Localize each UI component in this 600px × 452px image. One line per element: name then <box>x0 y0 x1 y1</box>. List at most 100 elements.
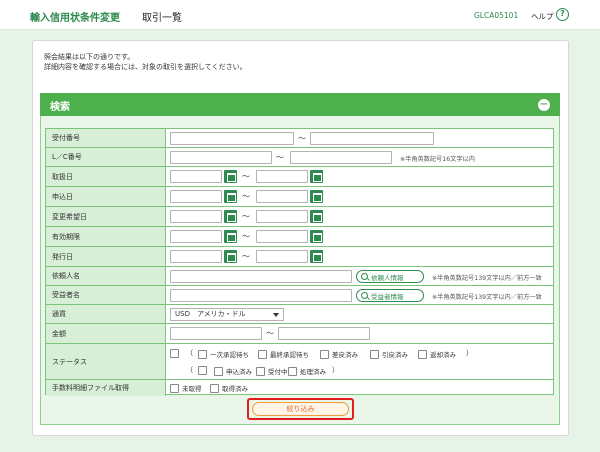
calendar-icon[interactable] <box>224 230 237 243</box>
row-lc-no: L／C番号 ～ ※半角英数記号16文字以内 <box>46 148 553 167</box>
applicant-info-label: 依頼人情報 <box>371 273 404 282</box>
label-handling-date: 取扱日 <box>46 167 166 186</box>
applicant-info-button[interactable]: 依頼人情報 <box>356 270 424 283</box>
label-amount: 金額 <box>46 324 166 343</box>
calendar-icon[interactable] <box>310 250 323 263</box>
currency-value: USD アメリカ・ドル <box>175 310 246 318</box>
label-issue-date: 発行日 <box>46 247 166 266</box>
calendar-icon[interactable] <box>310 190 323 203</box>
status-checkbox[interactable]: 処理済み <box>288 366 326 376</box>
search-icon <box>361 273 368 280</box>
row-change-date: 変更希望日 ～ <box>46 207 553 227</box>
label-currency: 通貨 <box>46 305 166 323</box>
handling-date-to-input[interactable] <box>256 170 308 183</box>
search-header[interactable] <box>40 93 560 116</box>
help-icon[interactable]: ? <box>556 8 569 21</box>
applicant-note: ※半角英数記号139文字以内／前方一致 <box>432 275 542 282</box>
issue-date-to-input[interactable] <box>256 250 308 263</box>
row-handling-date: 取扱日 ～ <box>46 167 553 187</box>
range-tilde: ～ <box>298 134 306 143</box>
status-checkbox[interactable] <box>198 366 210 375</box>
paren-close: ） <box>332 366 339 374</box>
apply-date-from-input[interactable] <box>170 190 222 203</box>
expiry-from-input[interactable] <box>170 230 222 243</box>
status-checkbox[interactable]: 受付中 <box>256 366 288 376</box>
help-link[interactable]: ヘルプ <box>531 11 554 22</box>
range-tilde: ～ <box>242 232 250 241</box>
beneficiary-note: ※半角英数記号139文字以内／前方一致 <box>432 294 542 301</box>
change-date-to-input[interactable] <box>256 210 308 223</box>
paren-close: ） <box>466 349 473 357</box>
collapse-icon[interactable]: − <box>538 99 550 111</box>
intro-line-2: 詳細内容を確認する場合には、対象の取引を選択してください。 <box>44 63 247 71</box>
row-currency: 通貨 USD アメリカ・ドル <box>46 305 553 324</box>
paren-open: （ <box>186 366 193 374</box>
screen-code: GLCA05101 <box>474 11 519 20</box>
page-subtitle: 取引一覧 <box>142 13 182 24</box>
status-checkbox[interactable]: 一次承認待ち <box>198 349 249 359</box>
beneficiary-input[interactable] <box>170 289 352 302</box>
row-issue-date: 発行日 ～ <box>46 247 553 267</box>
intro-text: 照会結果は以下の通りです。 詳細内容を確認する場合には、対象の取引を選択してくだ… <box>44 52 247 72</box>
range-tilde: ～ <box>242 212 250 221</box>
calendar-icon[interactable] <box>224 210 237 223</box>
calendar-icon[interactable] <box>310 170 323 183</box>
accept-no-to-input[interactable] <box>310 132 434 145</box>
range-tilde: ～ <box>242 252 250 261</box>
issue-date-from-input[interactable] <box>170 250 222 263</box>
row-accept-no: 受付番号 ～ <box>46 129 553 148</box>
fee-not-acquired-checkbox[interactable]: 未取得 <box>170 383 202 393</box>
search-form: 受付番号 ～ L／C番号 ～ ※半角英数記号16文字以内 取扱日 ～ 申込日 ～… <box>45 128 554 396</box>
handling-date-from-input[interactable] <box>170 170 222 183</box>
calendar-icon[interactable] <box>224 170 237 183</box>
status-checkbox[interactable]: 引戻済み <box>370 349 408 359</box>
accept-no-from-input[interactable] <box>170 132 294 145</box>
paren-open: （ <box>186 349 193 357</box>
status-checkbox[interactable]: 差戻済み <box>320 349 358 359</box>
label-change-date: 変更希望日 <box>46 207 166 226</box>
row-applicant: 依頼人名 依頼人情報 ※半角英数記号139文字以内／前方一致 <box>46 267 553 286</box>
calendar-icon[interactable] <box>310 230 323 243</box>
amount-from-input[interactable] <box>170 327 262 340</box>
intro-line-1: 照会結果は以下の通りです。 <box>44 53 135 61</box>
status-checkbox[interactable]: 申込済み <box>214 366 252 376</box>
row-apply-date: 申込日 ～ <box>46 187 553 207</box>
lc-no-from-input[interactable] <box>170 151 272 164</box>
calendar-icon[interactable] <box>224 250 237 263</box>
applicant-input[interactable] <box>170 270 352 283</box>
fee-acquired-checkbox[interactable]: 取得済み <box>210 383 248 393</box>
beneficiary-info-button[interactable]: 受益者情報 <box>356 289 424 302</box>
page-header: 輸入信用状条件変更 取引一覧 GLCA05101 ヘルプ ? <box>0 0 600 30</box>
status-all-checkbox[interactable] <box>170 349 182 358</box>
chevron-down-icon <box>273 313 279 317</box>
lc-no-note: ※半角英数記号16文字以内 <box>400 156 475 163</box>
calendar-icon[interactable] <box>224 190 237 203</box>
range-tilde: ～ <box>266 329 274 338</box>
label-lc-no: L／C番号 <box>46 148 166 166</box>
range-tilde: ～ <box>276 153 284 162</box>
currency-select[interactable]: USD アメリカ・ドル <box>170 308 284 321</box>
calendar-icon[interactable] <box>310 210 323 223</box>
lc-no-to-input[interactable] <box>290 151 392 164</box>
range-tilde: ～ <box>242 172 250 181</box>
page-title: 輸入信用状条件変更 <box>30 13 120 24</box>
amount-to-input[interactable] <box>278 327 370 340</box>
label-applicant: 依頼人名 <box>46 267 166 285</box>
expiry-to-input[interactable] <box>256 230 308 243</box>
row-status: ステータス （ 一次承認待ち 最終承認待ち 差戻済み 引戻済み 返却済み ） （… <box>46 344 553 380</box>
change-date-from-input[interactable] <box>170 210 222 223</box>
beneficiary-info-label: 受益者情報 <box>371 292 404 301</box>
row-amount: 金額 ～ <box>46 324 553 344</box>
row-beneficiary: 受益者名 受益者情報 ※半角英数記号139文字以内／前方一致 <box>46 286 553 305</box>
range-tilde: ～ <box>242 192 250 201</box>
search-title: 検索 <box>50 102 70 113</box>
row-expiry: 有効期限 ～ <box>46 227 553 247</box>
status-checkbox[interactable]: 返却済み <box>418 349 456 359</box>
filter-button[interactable]: 絞り込み <box>252 402 349 416</box>
apply-date-to-input[interactable] <box>256 190 308 203</box>
status-checkbox[interactable]: 最終承認待ち <box>258 349 309 359</box>
row-fee-file: 手数料明細ファイル取得 未取得 取得済み <box>46 380 553 396</box>
search-icon <box>361 292 368 299</box>
label-fee-file: 手数料明細ファイル取得 <box>46 380 166 396</box>
label-beneficiary: 受益者名 <box>46 286 166 304</box>
